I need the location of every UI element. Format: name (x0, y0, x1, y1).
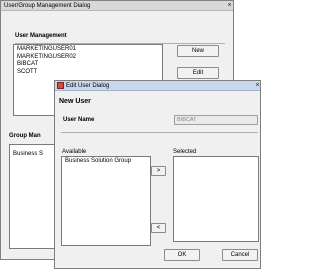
selected-listbox[interactable] (173, 156, 259, 242)
user-management-title: User Management (15, 33, 67, 39)
remove-from-selected-button[interactable]: < (151, 223, 166, 233)
user-list-item[interactable]: SCOTT (14, 69, 162, 77)
add-to-selected-button[interactable]: > (151, 166, 166, 176)
group-list-item[interactable]: Business S (10, 151, 58, 159)
user-name-label: User Name (63, 117, 95, 123)
available-label: Available (62, 149, 87, 155)
group-management-title: Group Man (9, 133, 41, 139)
new-user-button[interactable]: New (177, 45, 219, 57)
dialog-heading: New User (59, 98, 91, 105)
user-list-item[interactable]: MARKETINGUSER01 (14, 46, 162, 54)
dialog-titlebar[interactable]: Edit User Dialog × (55, 81, 260, 91)
available-list-item[interactable]: Business Solution Group (62, 158, 150, 166)
main-close-icon[interactable]: × (225, 2, 234, 10)
dialog-divider (61, 132, 258, 133)
app-icon (57, 82, 64, 89)
dialog-title: Edit User Dialog (66, 83, 110, 89)
ok-button[interactable]: OK (164, 249, 200, 261)
user-list-item[interactable]: BIBCAT (14, 61, 162, 69)
cancel-button[interactable]: Cancel (222, 249, 258, 261)
user-name-field[interactable]: BIBCAT (174, 115, 258, 125)
group-listbox[interactable]: Business S (9, 144, 59, 249)
user-list-item[interactable]: MARKETINGUSER02 (14, 54, 162, 62)
edit-user-button[interactable]: Edit (177, 67, 219, 79)
main-titlebar[interactable]: User/Group Management Dialog × (1, 1, 233, 11)
main-window-title: User/Group Management Dialog (4, 3, 91, 9)
edit-user-dialog: Edit User Dialog × New User User Name BI… (54, 80, 261, 269)
dialog-close-icon[interactable]: × (253, 82, 262, 90)
selected-label: Selected (173, 149, 197, 155)
available-listbox[interactable]: Business Solution Group (61, 156, 151, 246)
